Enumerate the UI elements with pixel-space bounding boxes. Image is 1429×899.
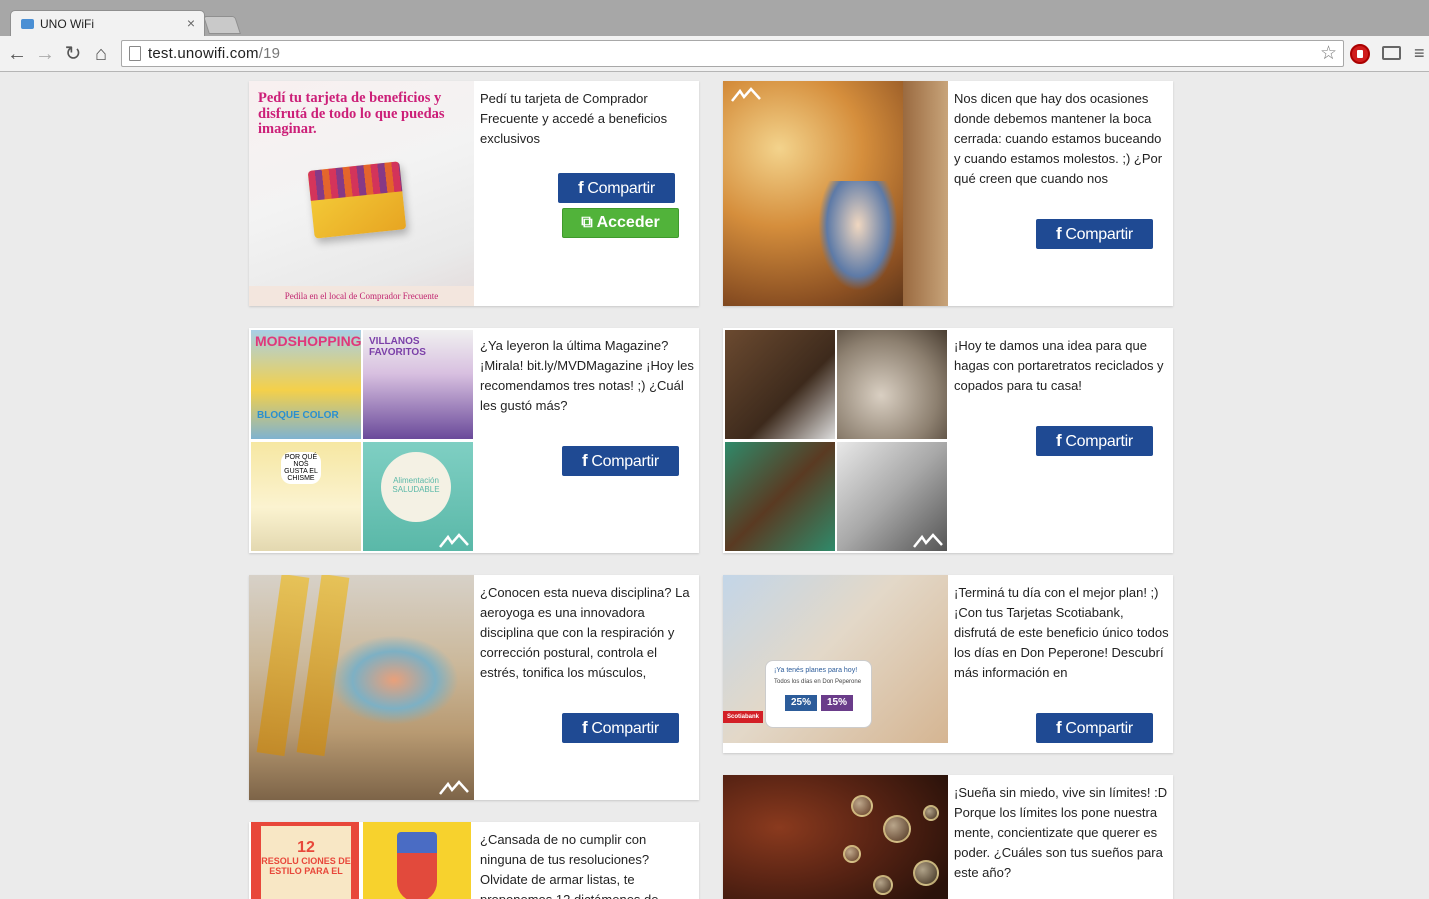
new-tab-button[interactable] <box>203 16 241 34</box>
post-description: ¿Cansada de no cumplir con ninguna de tu… <box>480 832 659 899</box>
promo-discount: 25% <box>785 695 817 711</box>
post-image[interactable]: Pedí tu tarjeta de beneficios y disfrutá… <box>249 81 474 306</box>
promo-badge: ¡Ya tenés planes para hoy! Todos los día… <box>765 660 872 728</box>
share-button[interactable]: f Compartir <box>1036 426 1153 456</box>
image-bubble <box>843 845 861 863</box>
promo-headline: ¡Ya tenés planes para hoy! <box>774 667 858 674</box>
loyalty-card-graphic <box>307 161 407 239</box>
collage-tile <box>725 442 835 551</box>
promo-subtitle: Todos los días en Don Peperone <box>774 679 862 685</box>
brand-logo-icon <box>439 533 469 548</box>
forward-icon[interactable]: → <box>33 42 57 66</box>
collage-tile: POR QUÉ NOS GUSTA EL CHISME <box>251 442 361 551</box>
dress-graphic <box>397 832 437 899</box>
post-card: Nos dicen que hay dos ocasiones donde de… <box>723 81 1173 306</box>
share-button[interactable]: f Compartir <box>1036 713 1153 743</box>
reload-icon[interactable]: ↻ <box>61 42 85 66</box>
facebook-icon: f <box>582 718 588 737</box>
image-wall <box>903 81 948 306</box>
post-image[interactable] <box>723 81 948 306</box>
post-image[interactable] <box>723 328 948 553</box>
browser-tab[interactable]: UNO WiFi × <box>10 10 205 37</box>
address-bar[interactable]: test.unowifi.com/19 ☆ <box>121 40 1344 67</box>
image-bubble <box>873 875 893 895</box>
post-image[interactable]: ¡Ya tenés planes para hoy! Todos los día… <box>723 575 948 743</box>
resolutions-cover: 12 RESOLU CIONES DE ESTILO PARA EL <box>261 826 351 899</box>
adblock-icon[interactable] <box>1350 44 1370 64</box>
post-card: ¡Ya tenés planes para hoy! Todos los día… <box>723 575 1173 753</box>
image-collage <box>723 328 948 553</box>
collage-tile-label: MODSHOPPING <box>255 333 362 349</box>
post-image[interactable] <box>249 575 474 800</box>
collage-tile: VILLANOS FAVORITOS <box>363 330 473 439</box>
facebook-icon: f <box>582 451 588 470</box>
browser-toolbar: ← → ↻ ⌂ test.unowifi.com/19 ☆ ≡ <box>0 36 1429 72</box>
image-bubble <box>883 815 911 843</box>
brand-logo-icon <box>913 533 943 548</box>
collage-tile: MODSHOPPING BLOQUE COLOR <box>251 330 362 439</box>
image-collage: MODSHOPPING BLOQUE COLOR VILLANOS FAVORI… <box>249 328 474 553</box>
image-person <box>818 181 898 291</box>
share-button[interactable]: f Compartir <box>558 173 675 203</box>
tab-title: UNO WiFi <box>40 17 94 31</box>
url-text: test.unowifi.com/19 <box>148 45 281 62</box>
tab-close-icon[interactable]: × <box>187 15 195 31</box>
post-image[interactable]: 12 RESOLU CIONES DE ESTILO PARA EL <box>249 822 474 899</box>
facebook-icon: f <box>1056 431 1062 450</box>
brand-logo-icon <box>439 780 469 795</box>
tab-strip: UNO WiFi × <box>0 0 1429 37</box>
post-description: ¿Conocen esta nueva disciplina? La aeroy… <box>480 585 690 680</box>
star-icon[interactable]: ☆ <box>1320 42 1337 65</box>
post-card: ¡Sueña sin miedo, vive sin límites! :D P… <box>723 775 1173 899</box>
collage-tile <box>725 330 835 439</box>
promo-discount: 15% <box>821 695 853 711</box>
collage-tile-label: BLOQUE COLOR <box>257 410 339 421</box>
access-button[interactable]: ⧉ Acceder <box>562 208 679 238</box>
brand-logo-icon <box>731 87 761 102</box>
post-description: ¡Hoy te damos una idea para que hagas co… <box>954 338 1164 393</box>
menu-icon[interactable]: ≡ <box>1414 44 1429 62</box>
external-link-icon: ⧉ <box>581 214 597 231</box>
image-bubble <box>913 860 939 886</box>
share-button[interactable]: f Compartir <box>562 713 679 743</box>
post-card: ¡Hoy te damos una idea para que hagas co… <box>723 328 1173 553</box>
post-card: MODSHOPPING BLOQUE COLOR VILLANOS FAVORI… <box>249 328 699 553</box>
post-card: 12 RESOLU CIONES DE ESTILO PARA EL ¿Cansa… <box>249 822 699 899</box>
post-image[interactable]: MODSHOPPING BLOQUE COLOR VILLANOS FAVORI… <box>249 328 474 553</box>
collage-tile-label: Alimentación SALUDABLE <box>381 452 451 522</box>
favicon-icon <box>21 19 34 29</box>
collage-tile: 12 RESOLU CIONES DE ESTILO PARA EL <box>251 822 359 899</box>
facebook-icon: f <box>1056 718 1062 737</box>
cast-icon[interactable] <box>1382 46 1401 60</box>
collage-tile <box>837 330 947 439</box>
collage-tile-label: POR QUÉ NOS GUSTA EL CHISME <box>281 452 321 484</box>
collage-tile-label: VILLANOS FAVORITOS <box>369 336 426 358</box>
home-icon[interactable]: ⌂ <box>89 42 113 66</box>
share-button[interactable]: f Compartir <box>562 446 679 476</box>
image-bubble <box>923 805 939 821</box>
facebook-icon: f <box>1056 224 1062 243</box>
image-person <box>329 635 459 725</box>
image-bubble <box>851 795 873 817</box>
post-description: Nos dicen que hay dos ocasiones donde de… <box>954 91 1163 186</box>
share-button[interactable]: f Compartir <box>1036 219 1153 249</box>
post-description: ¡Terminá tu día con el mejor plan! ;) ¡C… <box>954 585 1169 680</box>
post-image[interactable] <box>723 775 948 899</box>
page-icon <box>129 46 141 61</box>
facebook-icon: f <box>578 178 584 197</box>
collage-tile <box>363 822 471 899</box>
post-description: ¿Ya leyeron la última Magazine? ¡Mirala!… <box>480 338 694 413</box>
post-card: Pedí tu tarjeta de beneficios y disfrutá… <box>249 81 699 306</box>
back-icon[interactable]: ← <box>5 42 29 66</box>
bank-logo: Scotiabank <box>723 711 763 723</box>
post-card: ¿Conocen esta nueva disciplina? La aeroy… <box>249 575 699 800</box>
image-footer: Pedila en el local de Comprador Frecuent… <box>249 286 474 306</box>
image-headline: Pedí tu tarjeta de beneficios y disfrutá… <box>258 90 445 137</box>
post-description: ¡Sueña sin miedo, vive sin límites! :D P… <box>954 785 1168 880</box>
post-description: Pedí tu tarjeta de Comprador Frecuente y… <box>480 91 668 146</box>
